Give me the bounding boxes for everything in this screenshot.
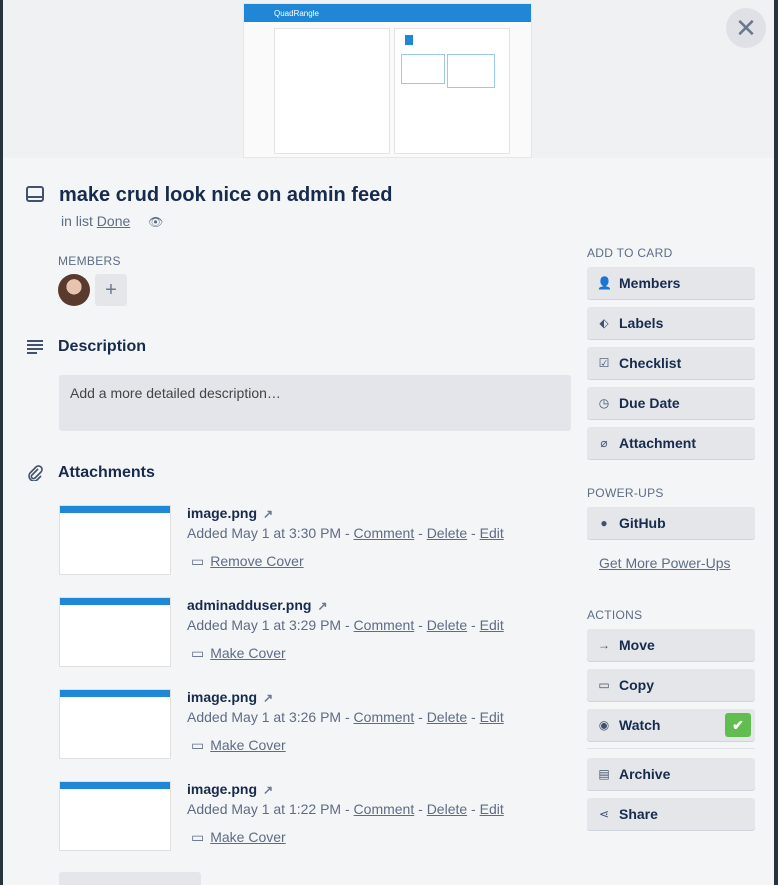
attachment-name[interactable]: adminadduser.png [187,597,311,613]
description-title: Description [58,338,147,355]
edit-link[interactable]: Edit [480,709,504,725]
copy-button[interactable]: ▭ Copy [587,669,755,701]
attachment-thumbnail[interactable] [59,597,171,667]
checklist-button[interactable]: ☑ Checklist [587,347,755,379]
external-link-icon[interactable]: ↗ [263,691,273,705]
edit-link[interactable]: Edit [480,525,504,541]
members-button[interactable]: 👤 Members [587,267,755,299]
attachment-thumbnail[interactable] [59,781,171,851]
checkbox-icon: ☑ [598,356,610,370]
make-cover-button[interactable]: ▭ Make Cover [191,829,286,846]
comment-link[interactable]: Comment [354,617,415,633]
attachments-title: Attachments [58,464,155,481]
watch-eye-icon: 👁 [148,215,164,229]
edit-link[interactable]: Edit [480,617,504,633]
attachment-thumbnail[interactable] [59,689,171,759]
get-more-powerups-link[interactable]: Get More Power-Ups [599,555,730,571]
attachment-meta: Added May 1 at 3:26 PM - Comment - Delet… [187,709,504,725]
in-list-info: in list Done 👁 [61,213,164,229]
card-icon: ▭ [598,678,610,692]
description-input[interactable]: Add a more detailed description… [59,375,571,431]
card-detail-modal: QuadRangle ✕ make crud look nice on admi… [3,0,774,885]
card-cover: QuadRangle ✕ [3,0,774,158]
add-attachment-button[interactable] [59,872,201,885]
add-to-card-label: ADD TO CARD [587,246,673,260]
share-button[interactable]: ⋖ Share [587,798,755,830]
cover-image[interactable]: QuadRangle [243,3,532,158]
tag-icon: ⬖ [599,316,609,330]
comment-link[interactable]: Comment [354,525,415,541]
card-icon [26,186,44,202]
attachment-button[interactable]: ⌀ Attachment [587,427,755,459]
card-icon: ▭ [191,737,205,753]
attachment-name[interactable]: image.png [187,689,257,705]
make-cover-button[interactable]: ▭ Make Cover [191,737,286,754]
card-icon: ▭ [191,645,205,661]
delete-link[interactable]: Delete [427,709,467,725]
delete-link[interactable]: Delete [427,617,467,633]
labels-button[interactable]: ⬖ Labels [587,307,755,339]
attachment-meta: Added May 1 at 1:22 PM - Comment - Delet… [187,801,504,817]
close-button[interactable]: ✕ [726,8,766,48]
cover-brand-bar: QuadRangle [244,4,531,22]
powerups-label: POWER-UPS [587,486,664,500]
members-label: MEMBERS [58,254,121,268]
share-icon: ⋖ [598,807,610,821]
remove-cover-button[interactable]: ▭ Remove Cover [191,553,304,570]
attachment-item: image.png ↗ Added May 1 at 1:22 PM - Comm… [59,781,579,861]
due-date-button[interactable]: ◷ Due Date [587,387,755,419]
archive-icon: ▤ [598,767,610,781]
actions-label: ACTIONS [587,608,643,622]
cover-brand: QuadRangle [274,8,319,18]
clock-icon: ◷ [598,396,610,410]
comment-link[interactable]: Comment [354,709,415,725]
archive-button[interactable]: ▤ Archive [587,758,755,790]
attachment-item: adminadduser.png ↗ Added May 1 at 3:29 PM… [59,597,579,677]
attachment-name[interactable]: image.png [187,505,257,521]
watch-button[interactable]: ◉ Watch ✔ [587,709,755,741]
checkmark-icon: ✔ [725,713,751,737]
github-button[interactable]: ● GitHub [587,507,755,539]
attachment-meta: Added May 1 at 3:29 PM - Comment - Delet… [187,617,504,633]
external-link-icon[interactable]: ↗ [317,599,327,613]
card-icon: ▭ [191,553,205,569]
attachment-item: image.png ↗ Added May 1 at 3:30 PM - Comm… [59,505,579,585]
external-link-icon[interactable]: ↗ [263,507,273,521]
attachment-thumbnail[interactable] [59,505,171,575]
delete-link[interactable]: Delete [427,525,467,541]
paperclip-icon [28,465,43,481]
description-icon [27,340,43,354]
attachment-name[interactable]: image.png [187,781,257,797]
list-link[interactable]: Done [97,213,130,229]
add-member-button[interactable]: + [95,274,127,306]
external-link-icon[interactable]: ↗ [263,783,273,797]
eye-icon: ◉ [598,718,610,732]
avatar[interactable] [58,274,90,306]
actions-divider [587,748,755,749]
attachment-meta: Added May 1 at 3:30 PM - Comment - Delet… [187,525,504,541]
arrow-right-icon: → [598,638,610,652]
delete-link[interactable]: Delete [427,801,467,817]
comment-link[interactable]: Comment [354,801,415,817]
move-button[interactable]: → Move [587,629,755,661]
make-cover-button[interactable]: ▭ Make Cover [191,645,286,662]
card-icon: ▭ [191,829,205,845]
card-title[interactable]: make crud look nice on admin feed [59,184,392,207]
github-icon: ● [600,516,608,530]
person-icon: 👤 [597,276,612,290]
paperclip-icon: ⌀ [600,436,608,450]
attachment-item: image.png ↗ Added May 1 at 3:26 PM - Comm… [59,689,579,769]
edit-link[interactable]: Edit [480,801,504,817]
